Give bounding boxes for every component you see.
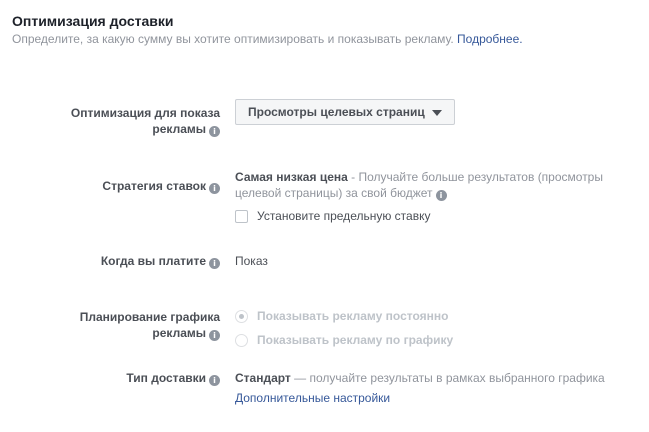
bid-cap-label: Установите предельную ставку <box>257 209 431 223</box>
schedule-custom-label: Показывать рекламу по графику <box>257 333 454 347</box>
scheduling-label-line2-wrap: рекламы i <box>80 325 220 341</box>
when-you-pay-label-text: Когда вы платите <box>100 254 206 268</box>
scheduling-label: Планирование графика рекламы i <box>80 309 220 341</box>
bid-strategy-value: Самая низкая цена - Получайте больше рез… <box>235 169 603 201</box>
optimization-label-line1: Оптимизация для показа <box>70 106 220 120</box>
bid-strategy-desc: - Получайте больше результатов (просмотр… <box>347 170 603 184</box>
bid-cap-checkbox[interactable] <box>235 209 248 223</box>
scheduling-label-line1: Планирование графика <box>79 310 220 324</box>
bid-strategy-label: Стратегия ставок i <box>102 178 220 194</box>
scheduling-label-line2: рекламы <box>152 326 206 340</box>
learn-more-link[interactable]: Подробнее. <box>457 32 523 46</box>
info-icon[interactable]: i <box>435 190 447 201</box>
info-icon[interactable]: i <box>209 330 220 341</box>
delivery-type-desc: — получайте результаты в рамках выбранно… <box>290 371 605 385</box>
delivery-optimization-panel: Оптимизация доставки Определите, за каку… <box>0 0 649 432</box>
optimization-label-line2: рекламы <box>152 122 206 136</box>
section-description-text: Определите, за какую сумму вы хотите опт… <box>12 32 454 46</box>
delivery-type-label-text: Тип доставки <box>126 371 206 385</box>
schedule-always-label: Показывать рекламу постоянно <box>257 309 449 323</box>
more-settings-link[interactable]: Дополнительные настройки <box>235 390 390 406</box>
optimization-dropdown[interactable]: Просмотры целевых страниц <box>235 99 455 125</box>
schedule-always-option[interactable]: Показывать рекламу постоянно <box>235 309 448 323</box>
section-description: Определите, за какую сумму вы хотите опт… <box>12 32 523 46</box>
bid-strategy-label-text: Стратегия ставок <box>102 179 206 193</box>
optimization-label-line2-wrap: рекламы i <box>71 121 220 137</box>
schedule-custom-option[interactable]: Показывать рекламу по графику <box>235 333 453 347</box>
info-icon[interactable]: i <box>209 126 220 137</box>
info-icon[interactable]: i <box>209 183 220 194</box>
bid-cap-row[interactable]: Установите предельную ставку <box>235 209 430 223</box>
schedule-always-radio[interactable] <box>235 309 248 323</box>
delivery-type-label: Тип доставки i <box>126 370 220 386</box>
when-you-pay-value: Показ <box>235 254 268 268</box>
section-title: Оптимизация доставки <box>12 13 174 29</box>
caret-down-icon <box>432 110 442 116</box>
info-icon[interactable]: i <box>209 375 220 386</box>
info-icon[interactable]: i <box>209 258 220 269</box>
bid-strategy-name: Самая низкая цена <box>235 170 348 184</box>
schedule-custom-radio[interactable] <box>235 333 248 347</box>
delivery-type-value: Стандарт — получайте результаты в рамках… <box>235 370 605 386</box>
optimization-label: Оптимизация для показа рекламы i <box>71 105 220 137</box>
delivery-type-name: Стандарт <box>235 371 291 385</box>
optimization-selected: Просмотры целевых страниц <box>248 105 425 119</box>
bid-strategy-desc2: целевой страницы) за свой бюджет <box>235 186 433 200</box>
when-you-pay-label: Когда вы платите i <box>101 253 220 269</box>
